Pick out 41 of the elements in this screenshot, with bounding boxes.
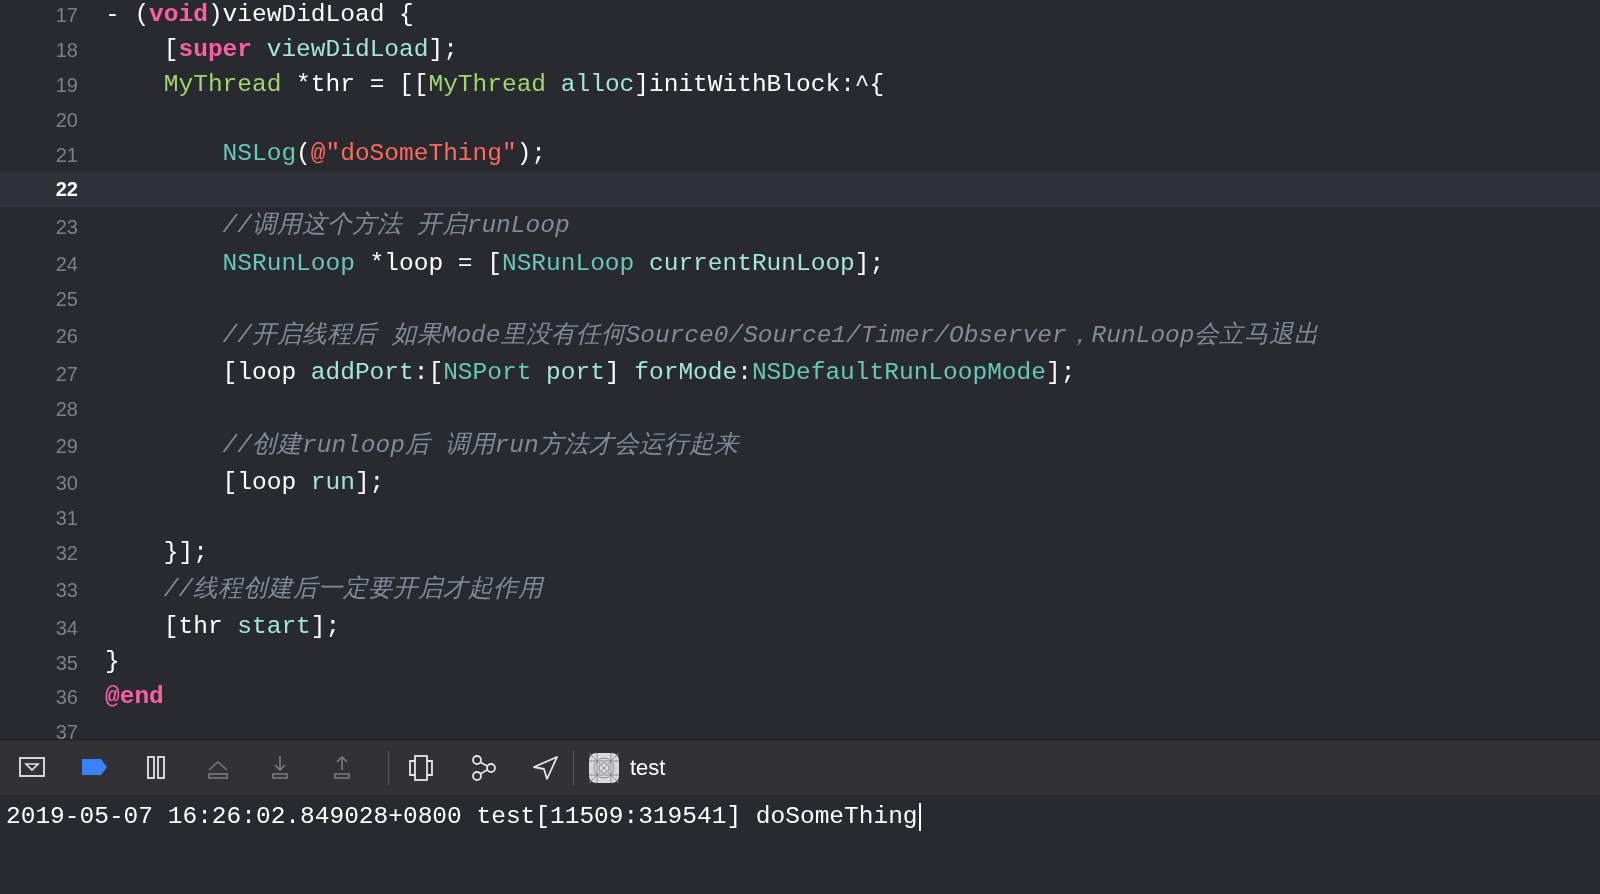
app-grid-icon — [588, 751, 620, 784]
line-number: 29 — [54, 433, 78, 459]
console-output: 2019-05-07 16:26:02.849028+0800 test[11509:319541] doSomeThing — [6, 801, 918, 832]
line-number: 27 — [54, 361, 78, 387]
line-number: 20 — [54, 107, 78, 133]
line-number: 32 — [54, 540, 78, 566]
line-number: 37 — [54, 720, 78, 739]
line-number: 19 — [54, 73, 78, 98]
text-cursor — [918, 803, 921, 831]
line-number: 25 — [54, 286, 78, 312]
code-editor[interactable] — [0, 0, 1600, 739]
code-line: }]; — [163, 537, 208, 568]
code-line: [thr start]; — [163, 612, 341, 643]
code-comment: //调用这个方法 开启runLoop — [222, 210, 570, 242]
line-number: 31 — [54, 506, 78, 532]
line-number: 30 — [54, 471, 78, 497]
line-number: 23 — [54, 214, 78, 240]
code-line: MyThread *thr = [[MyThread alloc]initWithBlock:^{ — [163, 69, 885, 100]
code-line: [loop addPort:[NSPort port] forMode:NSDefaultRunLoopMode]; — [222, 358, 1076, 389]
line-number: 18 — [54, 38, 78, 64]
line-number: 36 — [54, 685, 78, 711]
code-comment: //创建runloop后 调用run方法才会运行起来 — [222, 430, 739, 461]
code-comment: //开启线程后 如果Mode里没有任何Source0/Source1/Timer/Observer，RunLoop会立马退出 — [222, 320, 1320, 351]
code-line: NSRunLoop *loop = [NSRunLoop currentRunLoop]; — [222, 248, 885, 279]
line-number: 17 — [54, 3, 78, 29]
line-number: 35 — [54, 650, 78, 676]
code-line: } — [105, 647, 120, 678]
target-selector[interactable]: test — [588, 751, 666, 784]
code-comment: //线程创建后一定要开启才起作用 — [163, 574, 544, 605]
line-number: 26 — [54, 324, 78, 350]
line-number: 24 — [54, 252, 78, 278]
line-number: 33 — [54, 578, 78, 604]
code-line: [super viewDidLoad]; — [163, 34, 458, 65]
code-line: @end — [105, 682, 164, 712]
code-line: - (void)viewDidLoad { — [105, 0, 414, 31]
line-number: 28 — [54, 396, 78, 422]
line-number: 21 — [54, 142, 78, 168]
line-number: 34 — [54, 615, 78, 641]
code-line: [loop run]; — [222, 468, 385, 498]
line-number: 22 — [54, 177, 78, 203]
code-line: NSLog(@"doSomeThing"); — [222, 139, 547, 170]
